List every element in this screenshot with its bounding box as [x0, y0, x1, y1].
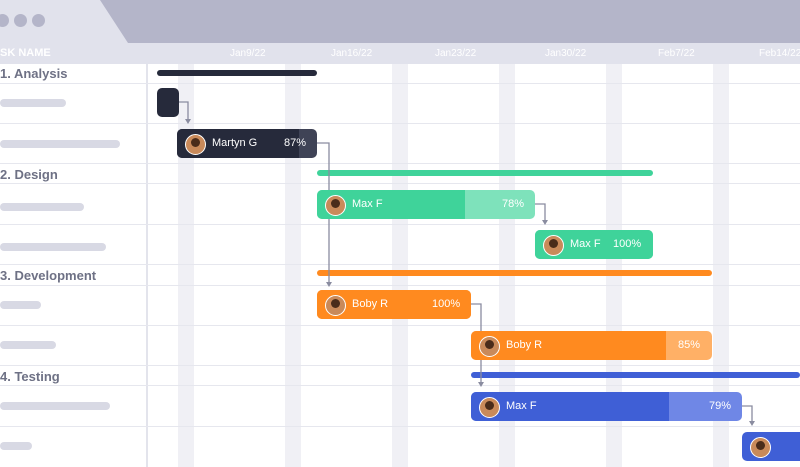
arrow-head [185, 119, 191, 124]
avatar [325, 295, 346, 316]
avatar [543, 235, 564, 256]
avatar [750, 437, 771, 458]
task-assignee: Max F [352, 198, 383, 210]
task-bar[interactable]: Max F 100% [535, 230, 653, 259]
task-bar-partial[interactable] [742, 432, 800, 461]
task-assignee: Max F [506, 400, 537, 412]
task-assignee: Boby R [352, 298, 389, 310]
task-bar[interactable]: Max F 79% [471, 392, 742, 421]
avatar [325, 195, 346, 216]
arrow-head [542, 220, 548, 225]
task-assignee: Martyn G [212, 137, 258, 149]
task-progress-label: 85% [678, 339, 701, 351]
task-progress-label: 100% [613, 238, 642, 250]
task-bar[interactable]: Martyn G 87% [177, 129, 317, 158]
task-bar[interactable]: Max F 78% [317, 190, 535, 219]
task-progress-fill [471, 392, 669, 421]
dependency-arrow [535, 203, 546, 221]
avatar [479, 397, 500, 418]
task-bar[interactable]: Boby R 85% [471, 331, 712, 360]
arrow-head [749, 421, 755, 426]
task-bar[interactable]: Boby R 100% [317, 290, 471, 319]
arrow-head [326, 282, 332, 287]
avatar [479, 336, 500, 357]
task-progress-label: 100% [432, 298, 461, 310]
task-progress-label: 87% [284, 137, 307, 149]
task-progress-label: 79% [709, 400, 732, 412]
dependency-arrow [742, 405, 753, 422]
task-progress-fill [471, 331, 667, 360]
task-progress-label: 78% [502, 198, 525, 210]
avatar [185, 134, 206, 155]
arrow-head [478, 382, 484, 387]
task-assignee: Max F [570, 238, 601, 250]
dependency-arrow [179, 101, 189, 120]
task-assignee: Boby R [506, 339, 543, 351]
